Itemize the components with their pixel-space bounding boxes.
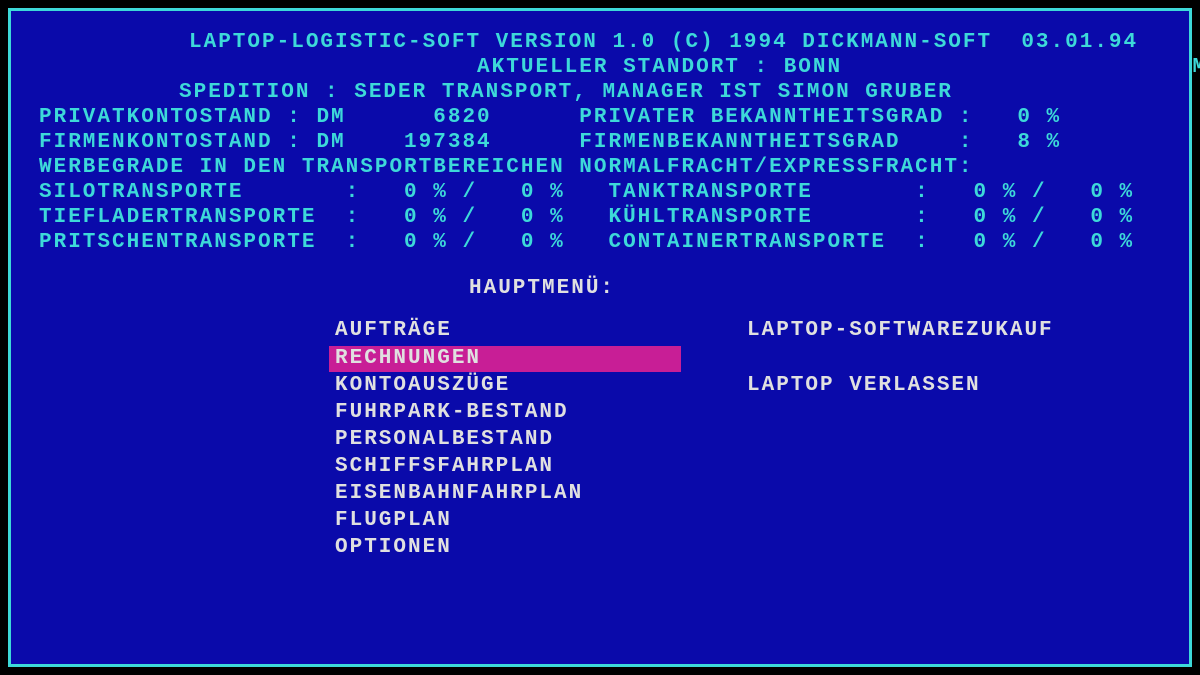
transport-row: PRITSCHENTRANSPORTE : 0 % / 0 % CONTAINE… xyxy=(39,232,1161,254)
menu-item-right xyxy=(741,454,768,480)
menu-item-right xyxy=(741,508,768,534)
menu-item-left[interactable]: RECHNUNGEN xyxy=(329,346,681,372)
menu-item-right xyxy=(741,481,768,507)
menu-item-right xyxy=(741,346,768,372)
menu-item-left[interactable]: PERSONALBESTAND xyxy=(329,427,681,453)
header-line-3: SPEDITION : SEDER TRANSPORT, MANAGER IST… xyxy=(39,82,1161,104)
menu-item-left[interactable]: FUHRPARK-BESTAND xyxy=(329,400,681,426)
menu-item-left[interactable]: KONTOAUSZÜGE xyxy=(329,373,681,399)
transport-row: SILOTRANSPORTE : 0 % / 0 % TANKTRANSPORT… xyxy=(39,182,1161,204)
menu-item-left[interactable]: OPTIONEN xyxy=(329,535,681,561)
header-line-2: AKTUELLER STANDORT : BONN MO 07:42 xyxy=(39,57,1161,79)
menu-item-right xyxy=(741,535,768,561)
firmen-line: FIRMENKONTOSTAND : DM 197384 FIRMENBEKAN… xyxy=(39,132,1161,154)
privat-line: PRIVATKONTOSTAND : DM 6820 PRIVATER BEKA… xyxy=(39,107,1161,129)
menu-item-left[interactable]: EISENBAHNFAHRPLAN xyxy=(329,481,681,507)
menu-item-right[interactable]: LAPTOP VERLASSEN xyxy=(741,373,987,399)
app-frame: LAPTOP-LOGISTIC-SOFT VERSION 1.0 (C) 199… xyxy=(8,8,1192,667)
transport-row: TIEFLADERTRANSPORTE : 0 % / 0 % KÜHLTRAN… xyxy=(39,207,1161,229)
menu-item-right xyxy=(741,400,768,426)
menu-item-right[interactable]: LAPTOP-SOFTWAREZUKAUF xyxy=(741,318,1060,344)
menu-item-left[interactable]: AUFTRÄGE xyxy=(329,318,681,344)
header-line-1: LAPTOP-LOGISTIC-SOFT VERSION 1.0 (C) 199… xyxy=(39,32,1161,54)
menu-title: HAUPTMENÜ: xyxy=(39,278,1161,300)
menu-item-left[interactable]: SCHIFFSFAHRPLAN xyxy=(329,454,681,480)
menu-item-right xyxy=(741,427,768,453)
werbe-line: WERBEGRADE IN DEN TRANSPORTBEREICHEN NOR… xyxy=(39,157,1161,179)
menu-item-left[interactable]: FLUGPLAN xyxy=(329,508,681,534)
